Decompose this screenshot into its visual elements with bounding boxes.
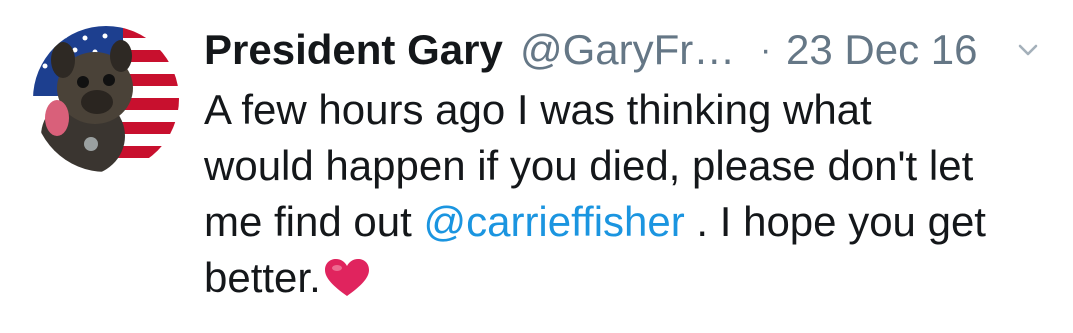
tweet-text: A few hours ago I was thinking what woul…: [204, 82, 1064, 306]
red-heart-icon: [324, 259, 369, 296]
tweet-text-segment: . I hope you get: [684, 198, 986, 245]
username-handle[interactable]: @GaryFr…: [520, 24, 735, 76]
tweet-header: President Gary @GaryFr… · 23 Dec 16: [204, 24, 1064, 76]
tweet-text-line: better.: [204, 250, 1064, 306]
timestamp[interactable]: 23 Dec 16: [786, 24, 977, 76]
avatar[interactable]: [33, 26, 179, 172]
separator-dot: ·: [760, 31, 772, 69]
tweet-text-segment: me find out: [204, 198, 424, 245]
mention-link[interactable]: @carrieffisher: [423, 198, 684, 245]
tweet[interactable]: President Gary @GaryFr… · 23 Dec 16 A fe…: [0, 0, 1073, 333]
display-name[interactable]: President Gary: [204, 24, 503, 76]
tweet-text-line: A few hours ago I was thinking what: [204, 86, 872, 133]
tweet-text-line: would happen if you died, please don't l…: [204, 142, 974, 189]
tweet-text-segment: better.: [204, 254, 321, 301]
tweet-text-line: me find out @carrieffisher . I hope you …: [204, 194, 1064, 250]
avatar-image: [33, 26, 179, 172]
chevron-down-icon[interactable]: [1016, 38, 1040, 62]
